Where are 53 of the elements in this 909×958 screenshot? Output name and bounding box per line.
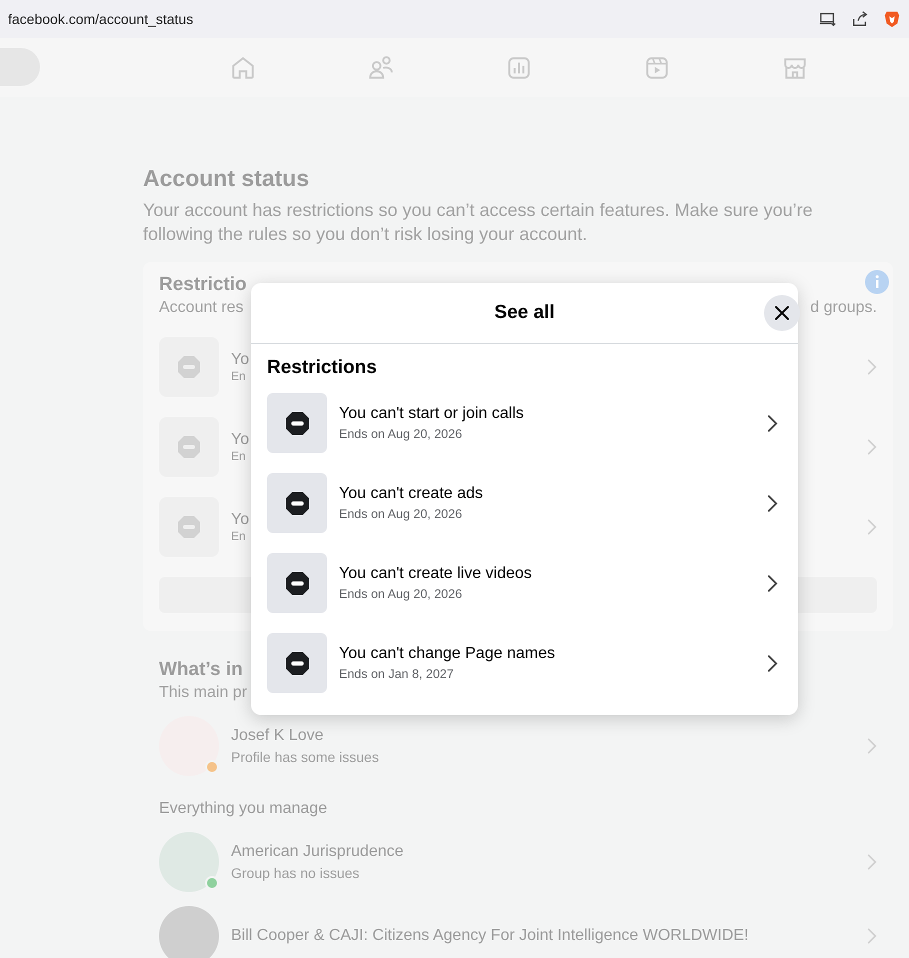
- chevron-icon[interactable]: [767, 494, 778, 512]
- restriction-end: Ends on Aug 20, 2026: [339, 427, 464, 441]
- section-title: What’s in: [159, 659, 243, 681]
- home-icon[interactable]: [230, 54, 256, 80]
- address-bar[interactable]: facebook.com/account_status: [0, 0, 909, 38]
- restriction-title: Yo: [231, 351, 250, 369]
- card-title: Restrictio: [159, 274, 248, 296]
- page-title: Account status: [143, 165, 310, 192]
- info-icon[interactable]: [865, 270, 889, 294]
- avatar: [159, 906, 219, 958]
- lion-shield-icon[interactable]: [883, 10, 901, 28]
- restriction-title[interactable]: You can't start or join calls: [339, 405, 755, 423]
- restriction-title[interactable]: You can't change Page names: [339, 645, 755, 663]
- card-subtitle: Account res: [159, 299, 244, 317]
- section-title: Everything you manage: [159, 800, 328, 818]
- restriction-title: Yo: [231, 511, 250, 529]
- restriction-end: En: [231, 529, 246, 543]
- chevron-icon[interactable]: [767, 414, 778, 432]
- chart-icon[interactable]: [506, 54, 532, 80]
- restriction-title[interactable]: You can't create live videos: [339, 565, 755, 583]
- laptop-icon[interactable]: [819, 10, 837, 28]
- video-icon[interactable]: [644, 54, 670, 80]
- account-status: Profile has some issues: [231, 749, 380, 765]
- restriction-end: Ends on Aug 20, 2026: [339, 507, 464, 521]
- dialog-title: See all: [494, 302, 555, 324]
- restriction-icon: [284, 410, 310, 436]
- chevron-icon[interactable]: [767, 654, 778, 672]
- restriction-end: En: [231, 369, 246, 383]
- url-text: facebook.com/account_status: [8, 11, 194, 27]
- restriction-title[interactable]: You can't create ads: [339, 485, 755, 503]
- chevron-icon[interactable]: [767, 574, 778, 592]
- restriction-title: Yo: [231, 431, 250, 449]
- people-icon[interactable]: [368, 54, 394, 80]
- restriction-icon: [177, 435, 201, 459]
- restriction-icon: [177, 355, 201, 379]
- restriction-icon: [284, 570, 310, 596]
- account-status: Group has no issues: [231, 865, 360, 881]
- restriction-end: En: [231, 449, 246, 463]
- restriction-icon: [284, 650, 310, 676]
- close-button[interactable]: [764, 295, 800, 331]
- section-subtitle: This main pr: [159, 684, 248, 702]
- restriction-icon: [177, 515, 201, 539]
- restriction-end: Ends on Jan 8, 2027: [339, 667, 455, 681]
- close-icon: [774, 305, 790, 321]
- restriction-end: Ends on Aug 20, 2026: [339, 587, 464, 601]
- account-name: Josef K Love: [231, 727, 324, 745]
- page-description: Your account has restrictions so you can’t access certain features. Make sure you’re following the rules so you don’t risk losing your account.: [143, 199, 814, 246]
- card-subtitle: d groups.: [810, 299, 877, 317]
- share-icon[interactable]: [851, 10, 869, 28]
- account-name: American Jurisprudence: [231, 843, 405, 861]
- section-title: Restrictions: [266, 356, 378, 380]
- restriction-icon: [284, 490, 310, 516]
- account-name: Bill Cooper & CAJI: Citizens Agency For Joint Intelligence WORLDWIDE!: [231, 927, 750, 945]
